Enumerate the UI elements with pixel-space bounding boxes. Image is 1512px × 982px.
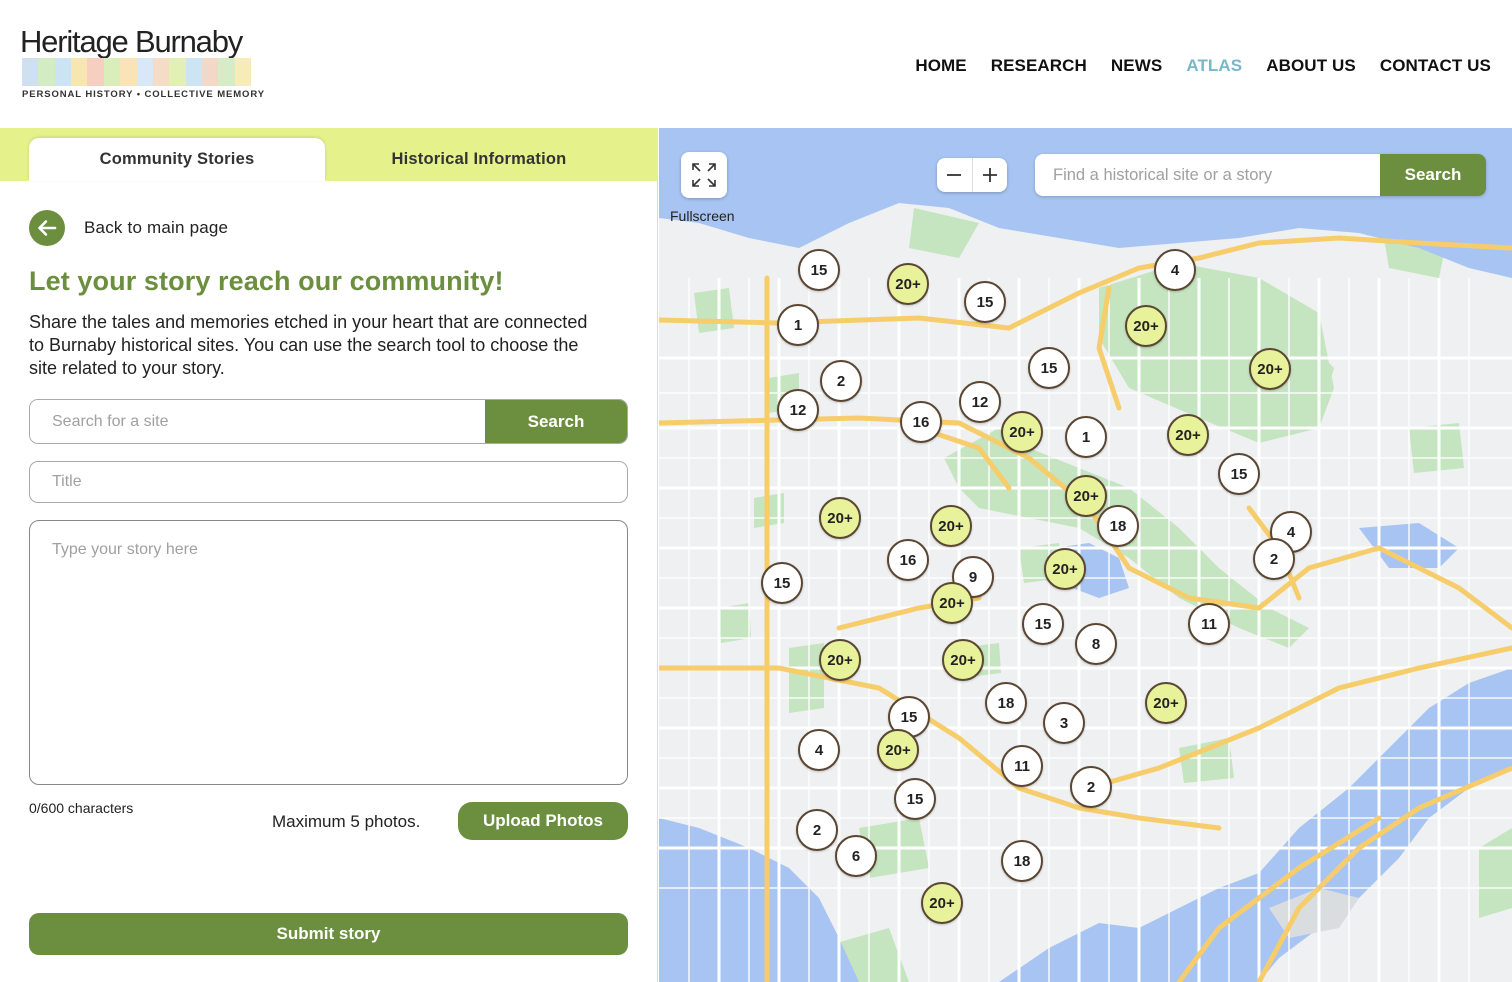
max-photos-note: Maximum 5 photos. xyxy=(272,812,421,831)
site-search-bar: Search xyxy=(29,399,628,444)
atlas-map[interactable]: Fullscreen Search 15 20+ 15 4 1 20+ 20+ … xyxy=(659,128,1512,982)
fullscreen-button[interactable] xyxy=(681,152,727,198)
map-cluster-marker[interactable]: 15 xyxy=(1022,603,1064,645)
map-cluster-marker[interactable]: 16 xyxy=(887,539,929,581)
map-search-input[interactable] xyxy=(1035,154,1380,196)
map-search-bar: Search xyxy=(1035,154,1486,196)
zoom-in-button[interactable] xyxy=(971,158,1008,192)
nav-news[interactable]: NEWS xyxy=(1111,56,1162,76)
map-cluster-marker[interactable]: 20+ xyxy=(931,582,973,624)
map-cluster-marker[interactable]: 20+ xyxy=(930,505,972,547)
map-cluster-marker[interactable]: 8 xyxy=(1075,623,1117,665)
map-cluster-marker[interactable]: 4 xyxy=(798,729,840,771)
map-cluster-marker[interactable]: 20+ xyxy=(1001,411,1043,453)
map-cluster-marker[interactable]: 12 xyxy=(959,381,1001,423)
map-cluster-marker[interactable]: 20+ xyxy=(1167,414,1209,456)
map-cluster-marker[interactable]: 6 xyxy=(835,835,877,877)
map-cluster-marker[interactable]: 15 xyxy=(798,249,840,291)
map-cluster-marker[interactable]: 18 xyxy=(1001,840,1043,882)
map-cluster-marker[interactable]: 20+ xyxy=(1044,548,1086,590)
main-nav: HOME RESEARCH NEWS ATLAS ABOUT US CONTAC… xyxy=(915,56,1491,76)
plus-icon xyxy=(982,168,997,182)
submit-story-button[interactable]: Submit story xyxy=(29,913,628,955)
map-cluster-marker[interactable]: 20+ xyxy=(819,497,861,539)
map-cluster-marker[interactable]: 11 xyxy=(1188,603,1230,645)
map-cluster-marker[interactable]: 20+ xyxy=(942,639,984,681)
heritage-burnaby-logo[interactable]: Heritage Burnaby PERSONAL HISTORY • COLL… xyxy=(20,24,264,104)
nav-home[interactable]: HOME xyxy=(915,56,966,76)
map-cluster-marker[interactable]: 2 xyxy=(820,360,862,402)
character-counter: 0/600 characters xyxy=(29,800,134,816)
back-label: Back to main page xyxy=(84,218,229,237)
map-cluster-marker[interactable]: 2 xyxy=(1253,538,1295,580)
map-cluster-marker[interactable]: 20+ xyxy=(1125,305,1167,347)
logo-tagline: PERSONAL HISTORY • COLLECTIVE MEMORY xyxy=(22,89,265,100)
panel-tab-bar: Community Stories Historical Information xyxy=(0,128,658,181)
map-cluster-marker[interactable]: 4 xyxy=(1154,249,1196,291)
map-cluster-marker[interactable]: 15 xyxy=(964,281,1006,323)
map-cluster-marker[interactable]: 15 xyxy=(1218,453,1260,495)
map-cluster-marker[interactable]: 20+ xyxy=(1249,348,1291,390)
map-cluster-marker[interactable]: 15 xyxy=(1028,347,1070,389)
nav-research[interactable]: RESEARCH xyxy=(991,56,1087,76)
page-heading: Let your story reach our community! xyxy=(29,266,504,296)
tab-historical-information[interactable]: Historical Information xyxy=(325,138,633,181)
map-cluster-marker[interactable]: 1 xyxy=(777,304,819,346)
zoom-controls xyxy=(937,158,1007,192)
map-cluster-marker[interactable]: 12 xyxy=(777,389,819,431)
map-cluster-marker[interactable]: 20+ xyxy=(1145,682,1187,724)
map-cluster-marker[interactable]: 18 xyxy=(1097,505,1139,547)
map-cluster-marker[interactable]: 20+ xyxy=(921,882,963,924)
zoom-out-button[interactable] xyxy=(937,158,972,192)
story-panel: Community Stories Historical Information… xyxy=(0,128,658,982)
map-cluster-marker[interactable]: 18 xyxy=(985,682,1027,724)
minus-icon xyxy=(947,174,962,176)
map-cluster-marker[interactable]: 15 xyxy=(761,562,803,604)
map-cluster-marker[interactable]: 1 xyxy=(1065,416,1107,458)
logo-title: Heritage Burnaby xyxy=(20,24,243,59)
site-header: Heritage Burnaby PERSONAL HISTORY • COLL… xyxy=(0,0,1512,128)
site-search-button[interactable]: Search xyxy=(485,400,627,443)
arrow-left-icon xyxy=(29,210,65,246)
fullscreen-icon xyxy=(692,163,716,187)
map-cluster-marker[interactable]: 20+ xyxy=(877,729,919,771)
page-description: Share the tales and memories etched in y… xyxy=(29,312,588,378)
upload-photos-button[interactable]: Upload Photos xyxy=(458,802,628,840)
map-cluster-marker[interactable]: 2 xyxy=(796,809,838,851)
map-base-layer xyxy=(659,128,1512,982)
map-cluster-marker[interactable]: 16 xyxy=(900,401,942,443)
nav-atlas[interactable]: ATLAS xyxy=(1186,56,1242,76)
nav-about-us[interactable]: ABOUT US xyxy=(1266,56,1356,76)
story-textarea[interactable] xyxy=(29,520,628,785)
back-to-main-button[interactable]: Back to main page xyxy=(29,210,228,246)
map-cluster-marker[interactable]: 11 xyxy=(1001,745,1043,787)
map-cluster-marker[interactable]: 3 xyxy=(1043,702,1085,744)
tab-community-stories[interactable]: Community Stories xyxy=(29,138,325,181)
map-cluster-marker[interactable]: 15 xyxy=(894,778,936,820)
map-cluster-marker[interactable]: 20+ xyxy=(1065,475,1107,517)
site-search-input[interactable] xyxy=(30,400,485,443)
story-title-input[interactable] xyxy=(29,461,628,503)
map-search-button[interactable]: Search xyxy=(1380,154,1486,196)
nav-contact-us[interactable]: CONTACT US xyxy=(1380,56,1491,76)
map-cluster-marker[interactable]: 2 xyxy=(1070,766,1112,808)
fullscreen-label: Fullscreen xyxy=(670,208,735,224)
map-cluster-marker[interactable]: 20+ xyxy=(887,263,929,305)
map-cluster-marker[interactable]: 20+ xyxy=(819,639,861,681)
logo-color-strip xyxy=(22,58,252,86)
